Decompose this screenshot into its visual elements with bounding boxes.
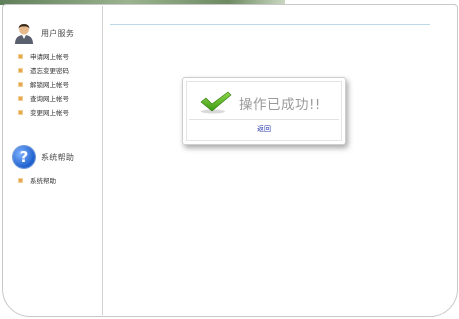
system-help-title: 系统帮助 — [41, 152, 75, 162]
menu-item-unlock-account[interactable]: 解锁网上帐号 — [18, 77, 69, 91]
back-link[interactable]: 返回 — [183, 124, 345, 134]
bullet-icon — [18, 177, 23, 183]
bullet-icon — [18, 109, 23, 115]
menu-item-system-help[interactable]: 系统帮助 — [18, 173, 56, 187]
bullet-icon — [18, 67, 23, 73]
menu-item-apply-account[interactable]: 申请网上帐号 — [18, 49, 69, 63]
user-avatar-icon — [13, 22, 35, 44]
sidebar-divider — [102, 6, 103, 315]
user-service-title: 用户服务 — [41, 28, 75, 38]
bullet-icon — [18, 95, 23, 101]
system-help-menu: 系统帮助 — [18, 173, 56, 187]
system-help-header: ? 系统帮助 — [13, 146, 74, 168]
user-service-header: 用户服务 — [13, 22, 74, 44]
bullet-icon — [18, 53, 23, 59]
menu-item-change-password[interactable]: 遗忘变更密码 — [18, 63, 69, 77]
success-dialog: 操作已成功!! 返回 — [182, 77, 346, 145]
menu-item-query-account[interactable]: 查询网上帐号 — [18, 91, 69, 105]
bullet-icon — [18, 81, 23, 87]
user-service-menu: 申请网上帐号 遗忘变更密码 解锁网上帐号 查询网上帐号 变更网上帐号 — [18, 49, 69, 119]
success-message: 操作已成功!! — [239, 97, 321, 113]
dialog-divider — [189, 119, 339, 120]
checkmark-icon — [199, 90, 233, 114]
content-header-line — [110, 24, 430, 25]
menu-item-modify-account[interactable]: 变更网上帐号 — [18, 105, 69, 119]
help-question-icon: ? — [13, 146, 35, 168]
